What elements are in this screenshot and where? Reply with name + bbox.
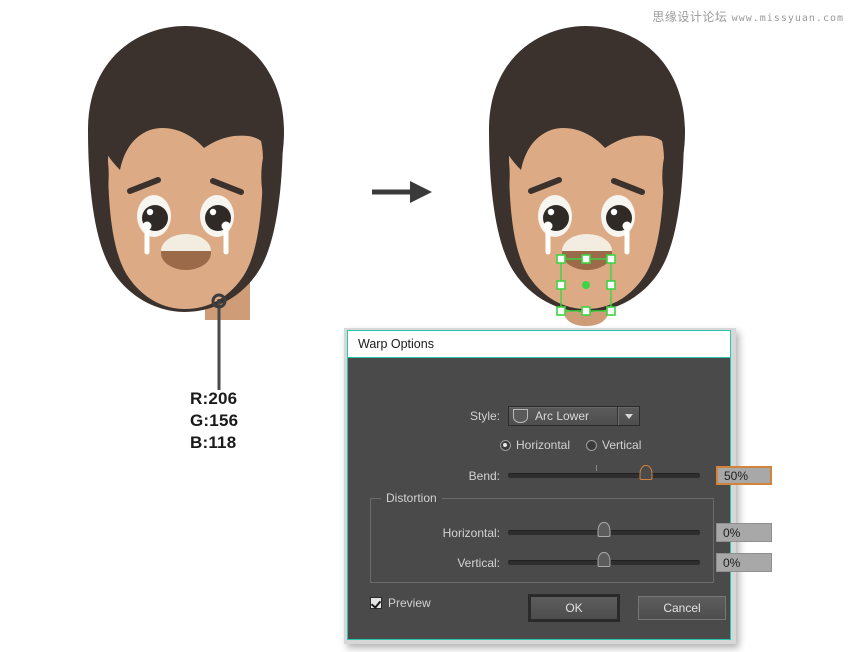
- ok-button-wrapper: OK: [528, 594, 620, 622]
- cancel-button[interactable]: Cancel: [638, 596, 726, 620]
- style-label: Style:: [469, 409, 500, 423]
- preview-checkbox-box[interactable]: [370, 597, 382, 609]
- dialog-titlebar: Warp Options: [348, 331, 730, 358]
- radio-vertical-label: Vertical: [602, 438, 642, 452]
- warp-options-dialog: Warp Options Style: Arc Lower Horizontal: [344, 328, 772, 644]
- color-readout-g: G:156: [190, 411, 239, 430]
- radio-horizontal-dot[interactable]: [500, 439, 511, 451]
- bend-label: Bend:: [468, 468, 500, 483]
- watermark-url: www.missyuan.com: [731, 13, 844, 24]
- distortion-vertical-row: Vertical: 0%: [348, 552, 772, 572]
- dialog-footer: Preview OK Cancel: [348, 594, 730, 622]
- style-dropdown[interactable]: Arc Lower: [508, 406, 640, 426]
- transform-arrow: [372, 181, 432, 203]
- preview-label: Preview: [388, 596, 431, 610]
- bend-slider-tick: [596, 465, 598, 471]
- bend-row: Bend: 50%: [348, 465, 772, 485]
- bend-slider-thumb[interactable]: [639, 465, 653, 480]
- distortion-vertical-label: Vertical:: [457, 555, 500, 570]
- color-readout-b: B:118: [190, 433, 237, 452]
- distortion-horizontal-row: Horizontal: 0%: [348, 522, 772, 542]
- ok-button[interactable]: OK: [528, 594, 620, 622]
- distortion-vertical-thumb[interactable]: [597, 552, 611, 567]
- distortion-vertical-input[interactable]: 0%: [716, 553, 772, 572]
- crying-boy-original: [88, 26, 284, 320]
- dialog-inner-frame: Warp Options Style: Arc Lower Horizontal: [347, 330, 772, 640]
- color-readout: R:206 G:156 B:118: [190, 388, 238, 454]
- arc-lower-icon: [513, 409, 528, 423]
- bend-slider-track[interactable]: [508, 465, 700, 480]
- distortion-horizontal-track[interactable]: [508, 522, 700, 537]
- crying-boy-warped: [489, 26, 685, 326]
- radio-horizontal[interactable]: Horizontal: [500, 438, 570, 452]
- radio-vertical-dot[interactable]: [586, 439, 598, 451]
- style-value: Arc Lower: [535, 409, 590, 423]
- watermark: 思缘设计论坛 www.missyuan.com: [652, 8, 844, 25]
- color-readout-r: R:206: [190, 389, 238, 408]
- chevron-down-icon[interactable]: [619, 413, 639, 419]
- distortion-group-label: Distortion: [381, 491, 442, 505]
- dialog-body: Style: Arc Lower Horizontal Vertical Ben…: [348, 358, 772, 639]
- style-row: Style: Arc Lower: [348, 406, 730, 426]
- cancel-button-wrapper: Cancel: [638, 596, 726, 620]
- preview-checkbox[interactable]: Preview: [370, 596, 431, 610]
- watermark-cn: 思缘设计论坛: [652, 10, 728, 24]
- orientation-row: Horizontal Vertical: [348, 438, 730, 452]
- bend-value-input[interactable]: 50%: [716, 466, 772, 485]
- distortion-vertical-track[interactable]: [508, 552, 700, 567]
- distortion-horizontal-input[interactable]: 0%: [716, 523, 772, 542]
- distortion-horizontal-label: Horizontal:: [442, 525, 500, 540]
- radio-vertical[interactable]: Vertical: [586, 438, 641, 452]
- radio-horizontal-label: Horizontal: [516, 438, 571, 452]
- dialog-title: Warp Options: [358, 337, 434, 351]
- distortion-horizontal-thumb[interactable]: [597, 522, 611, 537]
